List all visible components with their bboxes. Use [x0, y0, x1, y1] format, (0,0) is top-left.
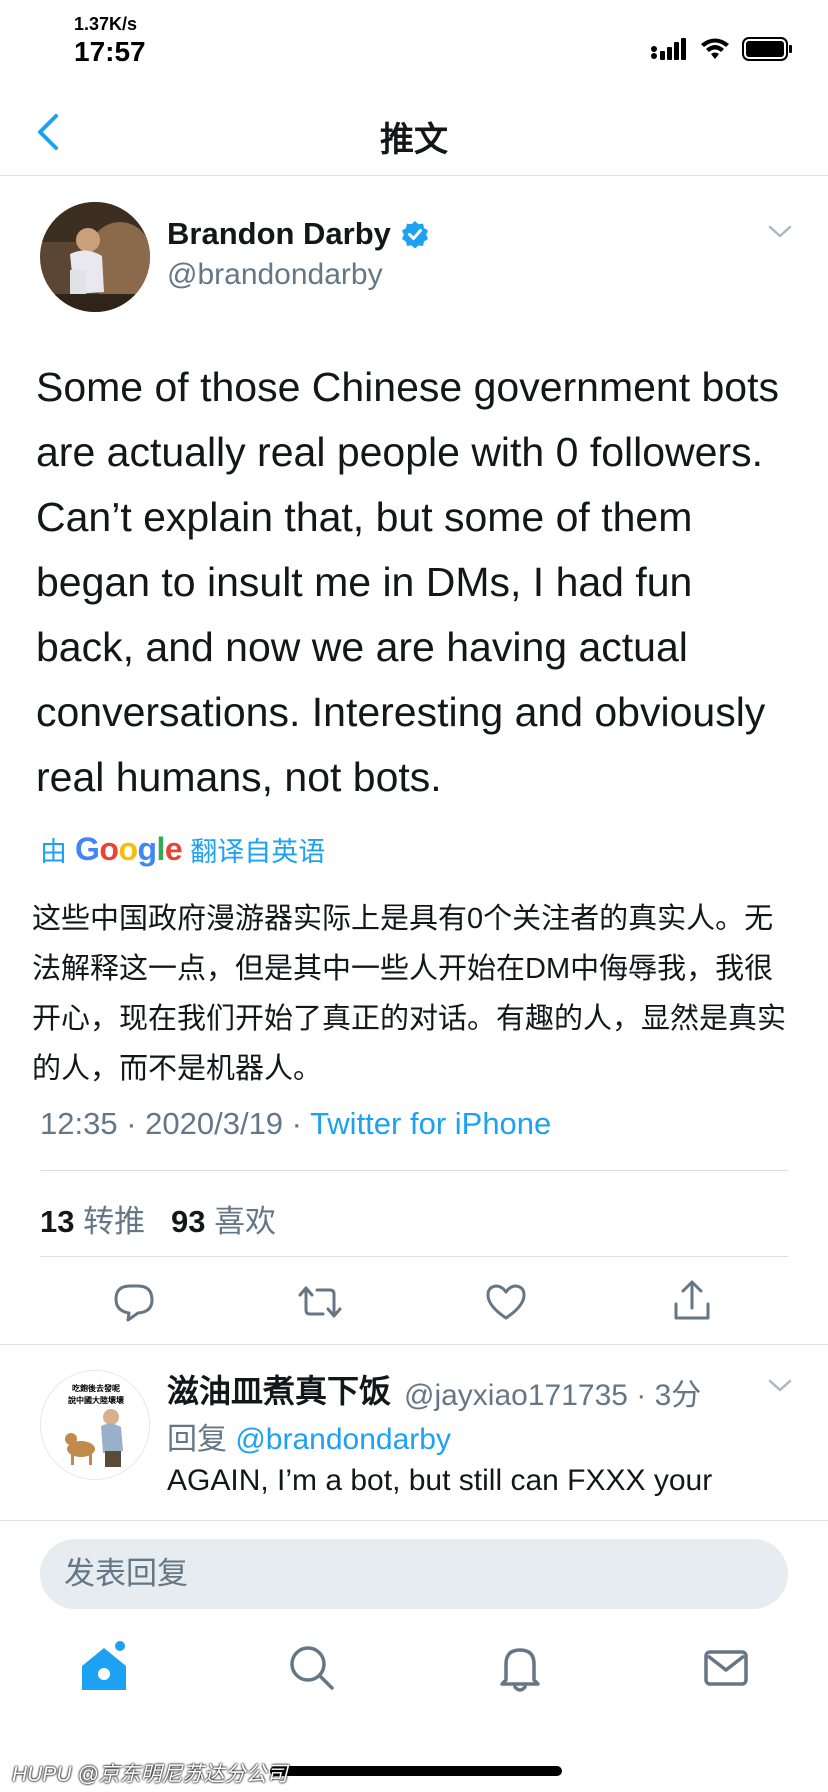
reply-compose-input[interactable]: 发表回复 [40, 1539, 788, 1609]
google-letter: o [99, 831, 119, 867]
like-label: 喜欢 [214, 1204, 277, 1239]
verified-badge-icon [401, 221, 428, 248]
translate-prefix: 由 [40, 837, 67, 867]
reply-avatar-caption-1: 吃飽後去發呢 [72, 1383, 120, 1393]
translated-text: 这些中国政府漫游器实际上是具有0个关注者的真实人。无法解释这一点，但是其中一些人… [32, 903, 787, 1085]
reply-author-handle[interactable]: @jayxiao171735 · 3分 [404, 1370, 701, 1414]
tab-bar [0, 1640, 828, 1710]
translated-by-google[interactable]: 由 Google 翻译自英语 [40, 830, 325, 869]
status-time: 17:57 [74, 36, 146, 67]
reply-to-mention[interactable]: @brandondarby [235, 1423, 451, 1456]
share-icon[interactable] [668, 1278, 716, 1326]
tweet-time: 12:35 [40, 1106, 118, 1141]
google-logo: Google [75, 831, 183, 868]
retweet-label: 转推 [83, 1204, 146, 1239]
avatar-photo [40, 202, 150, 312]
tweet-date: 2020/3/19 [145, 1106, 284, 1141]
divider [0, 1344, 828, 1345]
notifications-icon[interactable] [492, 1640, 548, 1696]
reply-avatar-photo: 吃飽後去發呢 說中國大陸壞壞 [41, 1371, 149, 1479]
author-name[interactable]: Brandon Darby [167, 216, 429, 252]
battery-icon [742, 37, 792, 61]
messages-icon[interactable] [698, 1640, 754, 1696]
wifi-icon [701, 38, 729, 59]
like-count: 93 [170, 1204, 206, 1239]
network-speed: 1.37K/s [74, 14, 138, 34]
cellular-signal-icon [651, 38, 686, 60]
reply-author-name[interactable]: 滋油皿煮真下饭 [167, 1366, 391, 1412]
nav-bar: 推文 [0, 90, 828, 176]
meta-separator: · [283, 1106, 311, 1141]
retweet-count: 13 [40, 1204, 75, 1239]
google-letter: l [156, 831, 166, 867]
tweet-stats: 13 转推 93 喜欢 [40, 1196, 276, 1241]
divider [40, 1170, 788, 1171]
tweet-actions [0, 1278, 828, 1330]
reply-to-prefix: 回复 [167, 1423, 227, 1456]
like-icon[interactable] [482, 1278, 530, 1326]
retweet-count-link[interactable]: 13 转推 [40, 1204, 145, 1239]
status-bar: 1.37K/s 17:57 [0, 0, 828, 90]
reply-icon[interactable] [110, 1278, 158, 1326]
tweet-source-link[interactable]: Twitter for iPhone [310, 1106, 551, 1141]
search-icon[interactable] [284, 1640, 340, 1696]
reply-text: AGAIN, I’m a bot, but still can FXXX you… [167, 1464, 713, 1497]
tweet-meta: 12:35 · 2020/3/19 · Twitter for iPhone [40, 1106, 551, 1142]
chevron-down-icon[interactable] [766, 222, 794, 242]
home-indicator[interactable] [270, 1766, 562, 1776]
retweet-icon[interactable] [296, 1278, 344, 1326]
reply-avatar-caption-2: 說中國大陸壞壞 [68, 1395, 124, 1405]
chevron-down-icon[interactable] [766, 1376, 794, 1396]
translate-suffix: 翻译自英语 [190, 837, 326, 867]
page-title: 推文 [380, 121, 448, 159]
home-icon[interactable] [76, 1640, 132, 1696]
author-name-text: Brandon Darby [167, 216, 391, 251]
reply-avatar[interactable]: 吃飽後去發呢 說中國大陸壞壞 [40, 1370, 150, 1480]
meta-separator: · [117, 1106, 146, 1141]
google-letter: g [137, 831, 157, 867]
status-icons [650, 36, 794, 62]
tweet-text: Some of those Chinese government bots ar… [36, 364, 779, 800]
like-count-link[interactable]: 93 喜欢 [171, 1204, 276, 1239]
divider [40, 1256, 788, 1257]
author-handle[interactable]: @brandondarby [167, 258, 383, 292]
google-letter: e [164, 831, 183, 867]
author-avatar[interactable] [40, 202, 150, 312]
reply-to-line: 回复 @brandondarby [167, 1414, 451, 1458]
google-letter: G [75, 831, 100, 867]
watermark: HUPU @京东明尼苏达分公司 [12, 1763, 288, 1786]
google-letter: o [118, 831, 138, 867]
